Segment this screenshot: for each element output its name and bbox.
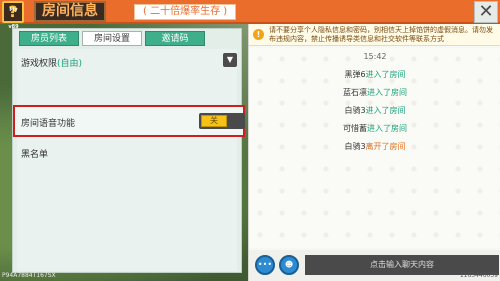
tab-room-settings[interactable]: 房间设置 — [82, 31, 142, 46]
chat-message: 黑弹6进入了房间 — [249, 69, 500, 80]
message-user: 白骑3 — [344, 106, 366, 115]
settings-body: 游戏权限(自由) ▼ 房间语音功能 关 黑名单 — [13, 49, 245, 271]
tab-members[interactable]: 房员列表 — [19, 31, 79, 46]
voice-toggle[interactable]: 关 — [199, 113, 245, 129]
more-options-icon[interactable]: ••• — [255, 255, 275, 275]
uid-right: 1163446059 — [459, 272, 498, 279]
game-mode-label: ( 二十倍爆率生存 ) — [134, 4, 237, 20]
close-icon: ✕ — [478, 1, 494, 22]
message-action: 进入了房间 — [365, 106, 406, 115]
tab-invite-code[interactable]: 邀请码 — [145, 31, 205, 46]
permission-label-text: 游戏权限 — [21, 59, 58, 69]
chat-message: 白骑3离开了房间 — [249, 141, 500, 152]
uid-left: P94A7884T167SX — [2, 272, 56, 279]
emoji-icon[interactable]: ☻ — [279, 255, 299, 275]
permission-label: 游戏权限(自由) — [21, 56, 82, 69]
permission-row: 游戏权限(自由) ▼ — [17, 49, 237, 75]
chevron-down-icon[interactable]: ▼ — [223, 53, 237, 67]
settings-panel: 房员列表 房间设置 邀请码 游戏权限(自由) ▼ 房间语音功能 关 黑名单 — [12, 28, 245, 273]
message-user: 黑弹6 — [344, 70, 366, 79]
message-user: 白骑3 — [344, 142, 366, 151]
permission-value: (自由) — [57, 59, 83, 69]
header-bar: My v89 ? 房间信息 ( 二十倍爆率生存 ) ✕ — [0, 0, 500, 30]
chat-timestamp: 15:42 — [363, 52, 387, 61]
voice-toggle-knob: 关 — [201, 115, 227, 127]
help-button[interactable]: My v89 ? — [2, 1, 24, 30]
chat-panel: ! 请不要分享个人隐私信息和密码，别相信天上掉馅饼的虚假消息。请勿发布违规内容，… — [248, 24, 500, 281]
notice-banner: ! 请不要分享个人隐私信息和密码，别相信天上掉馅饼的虚假消息。请勿发布违规内容，… — [249, 24, 500, 46]
voice-label: 房间语音功能 — [21, 119, 76, 129]
chat-message: 白骑3进入了房间 — [249, 105, 500, 116]
tab-bar: 房员列表 房间设置 邀请码 — [19, 31, 205, 46]
blacklist-row[interactable]: 黑名单 — [17, 143, 237, 163]
voice-setting-row: 房间语音功能 关 — [13, 105, 245, 137]
notice-text: 请不要分享个人隐私信息和密码，别相信天上掉馅饼的虚假消息。请勿发布违规内容，禁止… — [269, 26, 493, 43]
warning-icon: ! — [253, 29, 264, 40]
message-action: 进入了房间 — [367, 124, 407, 133]
message-user: 蓝石凛 — [343, 88, 367, 97]
message-action: 进入了房间 — [367, 88, 407, 97]
close-button[interactable]: ✕ — [474, 1, 498, 23]
message-action: 离开了房间 — [365, 142, 406, 151]
chat-message-list: 15:42 黑弹6进入了房间 蓝石凛进入了房间 白骑3进入了房间 可惜蓄进入了房… — [249, 48, 500, 248]
blacklist-label: 黑名单 — [21, 150, 49, 160]
page-title: 房间信息 — [34, 1, 106, 22]
chat-message: 可惜蓄进入了房间 — [249, 123, 500, 134]
message-user: 可惜蓄 — [343, 124, 367, 133]
message-action: 进入了房间 — [365, 70, 406, 79]
chat-message: 蓝石凛进入了房间 — [249, 87, 500, 98]
